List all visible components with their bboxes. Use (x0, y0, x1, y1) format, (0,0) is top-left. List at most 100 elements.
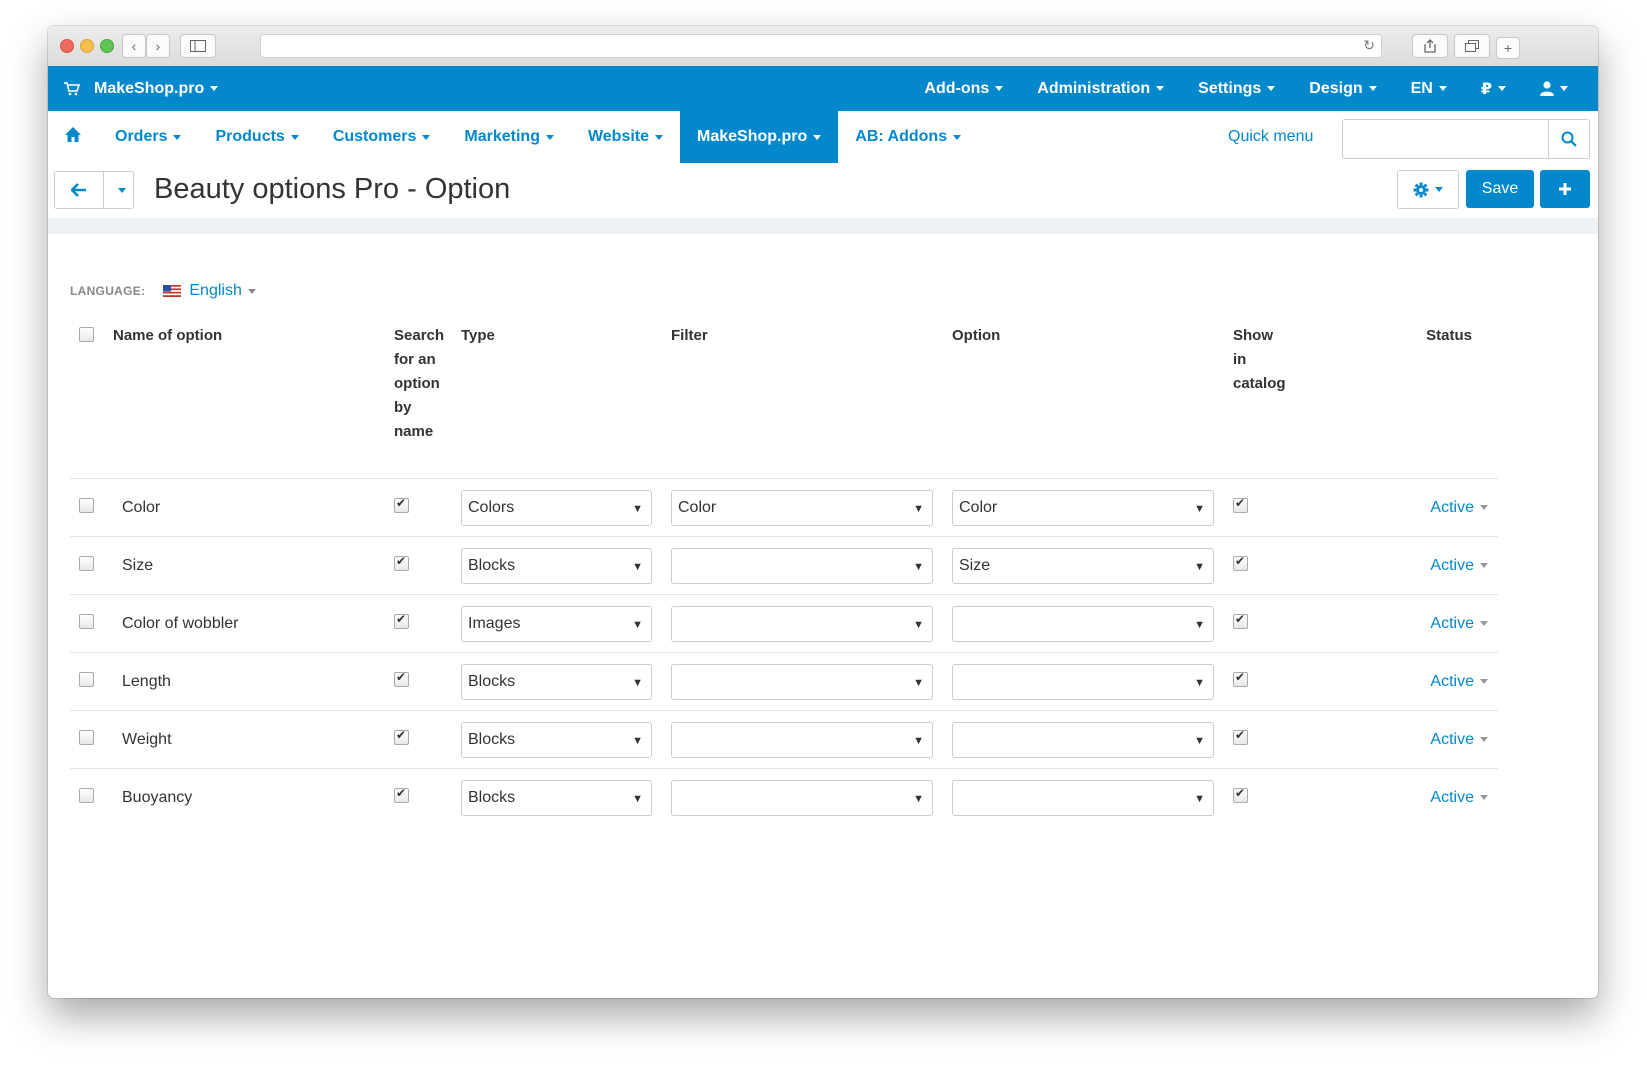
row-select-checkbox[interactable] (79, 497, 94, 513)
address-bar[interactable]: ↻ (260, 34, 1382, 58)
search-icon (1561, 131, 1577, 147)
menu-addons[interactable]: Add-ons (907, 80, 1020, 98)
search-button[interactable] (1548, 120, 1589, 158)
show-in-catalog-checkbox[interactable] (1233, 786, 1248, 803)
option-select[interactable]: ▼ (952, 721, 1214, 758)
search-by-name-checkbox[interactable] (394, 670, 409, 687)
filter-value: Color (678, 498, 717, 516)
tabs-overview-button[interactable] (1454, 34, 1490, 58)
row-select-checkbox[interactable] (79, 729, 94, 745)
language-dropdown[interactable]: English (189, 282, 256, 300)
type-select[interactable]: Colors ▼ (461, 489, 652, 526)
nav-item-website[interactable]: Website (571, 111, 680, 163)
home-icon[interactable] (64, 126, 82, 144)
show-in-catalog-checkbox[interactable] (1233, 496, 1248, 513)
browser-forward-button[interactable]: › (146, 34, 170, 58)
filter-select[interactable]: Color ▼ (671, 489, 933, 526)
column-header-type: Type (461, 324, 671, 479)
history-dropdown[interactable] (104, 172, 133, 208)
settings-dropdown-button[interactable] (1397, 170, 1459, 209)
option-select[interactable]: Size ▼ (952, 547, 1214, 584)
sidebar-toggle-button[interactable] (180, 34, 216, 58)
table-row: Size Blocks ▼ ▼ Size ▼ Active (70, 536, 1498, 595)
show-in-catalog-checkbox[interactable] (1233, 554, 1248, 571)
row-select-checkbox[interactable] (79, 787, 94, 803)
status-dropdown[interactable]: Active (1353, 499, 1498, 517)
minimize-window-button[interactable] (80, 39, 94, 53)
nav-item-customers[interactable]: Customers (316, 111, 448, 163)
row-select-checkbox[interactable] (79, 671, 94, 687)
search-by-name-checkbox[interactable] (394, 496, 409, 513)
menu-currency[interactable]: ₽ (1464, 79, 1523, 99)
quick-menu-link[interactable]: Quick menu (1228, 111, 1313, 163)
table-row: Weight Blocks ▼ ▼ ▼ Active (70, 710, 1498, 769)
status-dropdown[interactable]: Active (1353, 673, 1498, 691)
filter-select[interactable]: ▼ (671, 547, 933, 584)
show-in-catalog-checkbox[interactable] (1233, 728, 1248, 745)
column-header-show-label: Show in catalog (1233, 327, 1286, 392)
dropdown-arrow-icon: ▼ (913, 676, 924, 689)
menu-design[interactable]: Design (1292, 80, 1393, 98)
dropdown-arrow-icon: ▼ (1194, 618, 1205, 631)
status-dropdown[interactable]: Active (1353, 789, 1498, 807)
status-dropdown[interactable]: Active (1353, 731, 1498, 749)
status-dropdown[interactable]: Active (1353, 557, 1498, 575)
type-select[interactable]: Blocks ▼ (461, 721, 652, 758)
add-button[interactable] (1540, 170, 1590, 208)
dropdown-arrow-icon: ▼ (1194, 560, 1205, 573)
nav-item-makeshop[interactable]: MakeShop.pro (680, 111, 839, 163)
type-select[interactable]: Images ▼ (461, 605, 652, 642)
dropdown-arrow-icon: ▼ (913, 560, 924, 573)
option-select[interactable]: ▼ (952, 779, 1214, 816)
nav-item-products[interactable]: Products (198, 111, 315, 163)
show-in-catalog-checkbox[interactable] (1233, 670, 1248, 687)
type-select[interactable]: Blocks ▼ (461, 663, 652, 700)
search-by-name-checkbox[interactable] (394, 612, 409, 629)
close-window-button[interactable] (60, 39, 74, 53)
status-dropdown[interactable]: Active (1353, 615, 1498, 633)
show-in-catalog-checkbox[interactable] (1233, 612, 1248, 629)
row-select-checkbox[interactable] (79, 613, 94, 629)
option-select[interactable]: ▼ (952, 663, 1214, 700)
dropdown-arrow-icon: ▼ (632, 792, 643, 805)
gear-icon (1413, 182, 1429, 197)
menu-label: Add-ons (924, 79, 990, 97)
search-by-name-checkbox[interactable] (394, 728, 409, 745)
filter-select[interactable]: ▼ (671, 721, 933, 758)
search-by-name-checkbox[interactable] (394, 786, 409, 803)
menu-administration[interactable]: Administration (1020, 80, 1181, 98)
type-select[interactable]: Blocks ▼ (461, 547, 652, 584)
filter-select[interactable]: ▼ (671, 663, 933, 700)
browser-back-button[interactable]: ‹ (122, 34, 146, 58)
options-table: Name of option Search for an option by n… (70, 324, 1498, 826)
filter-select[interactable]: ▼ (671, 605, 933, 642)
select-all-checkbox[interactable] (79, 327, 94, 342)
menu-user[interactable] (1523, 81, 1598, 96)
share-button[interactable] (1412, 34, 1448, 58)
page-header: Beauty options Pro - Option Save (48, 163, 1598, 219)
new-tab-button[interactable]: + (1496, 37, 1520, 59)
option-select[interactable]: ▼ (952, 605, 1214, 642)
search-input[interactable] (1343, 120, 1557, 156)
menu-settings[interactable]: Settings (1181, 80, 1292, 98)
type-select[interactable]: Blocks ▼ (461, 779, 652, 816)
search-by-name-checkbox[interactable] (394, 554, 409, 571)
row-select-checkbox[interactable] (79, 555, 94, 571)
dropdown-arrow-icon: ▼ (913, 618, 924, 631)
zoom-window-button[interactable] (100, 39, 114, 53)
brand-menu[interactable]: MakeShop.pro (64, 66, 219, 111)
filter-select[interactable]: ▼ (671, 779, 933, 816)
dropdown-arrow-icon: ▼ (1194, 734, 1205, 747)
menu-language[interactable]: EN (1394, 80, 1464, 98)
table-row: Buoyancy Blocks ▼ ▼ ▼ Active (70, 769, 1498, 827)
nav-item-marketing[interactable]: Marketing (447, 111, 571, 163)
save-button[interactable]: Save (1466, 170, 1534, 208)
sidebar-icon (190, 40, 206, 52)
option-select[interactable]: Color ▼ (952, 489, 1214, 526)
type-value: Blocks (468, 556, 516, 574)
reload-icon[interactable]: ↻ (1363, 37, 1375, 54)
back-button[interactable] (55, 172, 104, 208)
nav-item-ab-addons[interactable]: AB: Addons (838, 111, 978, 163)
status-value: Active (1430, 730, 1474, 748)
nav-item-orders[interactable]: Orders (98, 111, 198, 163)
